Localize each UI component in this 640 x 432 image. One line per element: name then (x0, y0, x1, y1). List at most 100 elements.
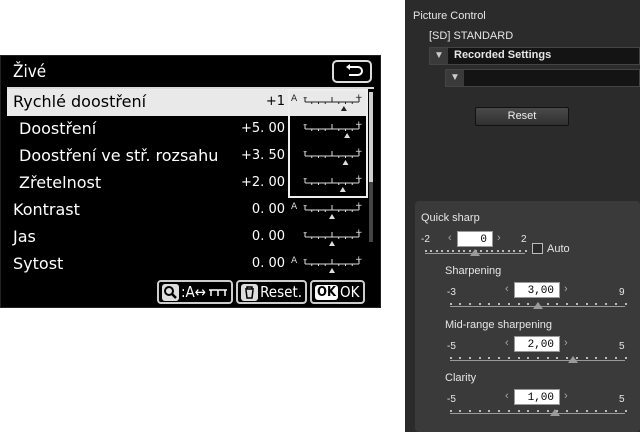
back-arrow-icon (346, 64, 363, 76)
row-label: Zřetelnost (19, 173, 102, 192)
minus-icon: – (303, 93, 308, 103)
ok-hint-button[interactable]: OK OK (310, 280, 365, 304)
plus-icon: + (355, 255, 363, 265)
zoom-icon (162, 283, 179, 301)
quick-sharp-max: 2 (521, 234, 527, 245)
plus-icon: + (355, 93, 363, 103)
quick-sharp-input[interactable]: 0 (457, 231, 493, 247)
reset-hint-button[interactable]: Reset. (236, 280, 308, 304)
slider-tick (449, 357, 452, 359)
settings-list: Rychlé doostření +1 A – + Doostření +5. 00… (7, 89, 367, 278)
clarity-track[interactable] (449, 406, 627, 416)
slider-tick (459, 410, 462, 412)
scrollbar[interactable] (369, 92, 373, 242)
slider-tick (585, 303, 588, 305)
slider-tick (498, 410, 501, 412)
sub-setting-dropdown[interactable]: ▼ (445, 69, 640, 87)
row-saturation[interactable]: Sytost 0. 00 A – + (7, 251, 367, 278)
row-midrange-sharpening[interactable]: Doostření ve stř. rozsahu +3. 50 – + (7, 143, 367, 170)
slider-tick (614, 410, 617, 412)
scale-pointer (329, 268, 335, 273)
ok-hint-label: OK (340, 283, 360, 301)
row-value: 0. 00 (251, 256, 285, 271)
chevron-down-icon: ▼ (446, 70, 464, 86)
quick-sharp-track[interactable] (424, 246, 527, 256)
slider-tick (507, 250, 510, 252)
slider-tick (478, 303, 481, 305)
quick-sharp-min: -2 (421, 234, 430, 245)
slider-tick (575, 410, 578, 412)
slider-tick (556, 303, 559, 305)
scale-pointer (344, 133, 351, 138)
scrollbar-thumb[interactable] (369, 92, 373, 182)
slider-tick (527, 303, 530, 305)
reset-button[interactable]: Reset (475, 107, 569, 126)
recorded-settings-dropdown[interactable]: ▼ Recorded Settings (429, 47, 640, 65)
slider-tick (478, 410, 481, 412)
increment-icon[interactable]: › (497, 232, 501, 244)
slider-thumb[interactable] (532, 302, 543, 309)
adjust-scale: – + (303, 120, 363, 138)
slider-thumb[interactable] (567, 356, 578, 363)
slider-tick (566, 410, 569, 412)
adjust-scale: – + (303, 147, 363, 165)
row-value: 0. 00 (251, 229, 285, 244)
back-button[interactable] (332, 60, 372, 83)
decrement-icon[interactable]: ‹ (505, 390, 509, 402)
scale-pointer (342, 160, 349, 165)
minus-icon: – (303, 174, 308, 184)
slider-tick (449, 410, 452, 412)
minus-icon: – (303, 255, 308, 265)
slider-tick (441, 250, 444, 252)
slider-tick (430, 250, 433, 252)
decrement-icon[interactable]: ‹ (448, 232, 452, 244)
row-label: Jas (13, 227, 36, 246)
auto-checkbox[interactable] (532, 243, 543, 254)
increment-icon[interactable]: › (564, 283, 568, 295)
row-clarity[interactable]: Zřetelnost +2. 00 – + (7, 170, 367, 197)
slider-tick (457, 250, 460, 252)
decrement-icon[interactable]: ‹ (505, 283, 509, 295)
slider-tick (517, 303, 520, 305)
slider-thumb[interactable] (550, 409, 560, 416)
row-label: Rychlé doostření (13, 92, 147, 111)
clarity-label: Clarity (445, 372, 477, 384)
clarity-min: -5 (447, 394, 456, 405)
clarity-input[interactable]: 1,00 (514, 389, 560, 405)
slider-tick (488, 303, 491, 305)
zoom-hint-button[interactable]: :A↔ (157, 280, 234, 304)
increment-icon[interactable]: › (564, 390, 568, 402)
clarity-max: 5 (619, 394, 625, 405)
slider-tick (524, 250, 527, 252)
slider-tick (507, 410, 510, 412)
mid-range-min: -5 (447, 341, 456, 352)
row-brightness[interactable]: Jas 0. 00 – + (7, 224, 367, 251)
slider-tick (537, 357, 539, 359)
decrement-icon[interactable]: ‹ (505, 337, 509, 349)
ok-icon: OK (315, 284, 339, 300)
current-picture-control: [SD] STANDARD (429, 30, 514, 42)
row-label: Doostření (19, 119, 97, 138)
row-sharpening[interactable]: Doostření +5. 00 – + (7, 116, 367, 143)
slider-tick (546, 303, 549, 305)
row-quick-sharp[interactable]: Rychlé doostření +1 A – + (7, 89, 367, 116)
mid-range-track[interactable] (449, 353, 627, 363)
adjustment-panel: Quick sharp -2 ‹ 0 › 2 Auto Sharpening -… (415, 201, 640, 432)
sharpening-track[interactable] (449, 299, 627, 309)
zoom-hint-label: :A↔ (181, 283, 207, 301)
mid-range-input[interactable]: 2,00 (514, 336, 560, 352)
slider-tick (527, 410, 530, 412)
slider-thumb[interactable] (470, 249, 480, 256)
plus-icon: + (355, 201, 363, 211)
adjust-scale: A – + (291, 93, 363, 111)
row-value: 0. 00 (251, 202, 285, 217)
row-contrast[interactable]: Kontrast 0. 00 A – + (7, 197, 367, 224)
plus-icon: + (355, 228, 363, 238)
sharpening-input[interactable]: 3,00 (514, 282, 560, 298)
increment-icon[interactable]: › (564, 337, 568, 349)
slider-tick (624, 357, 627, 359)
slider-tick (502, 250, 505, 252)
reset-hint-label: Reset. (260, 283, 303, 301)
sharpening-label: Sharpening (445, 265, 502, 277)
slider-tick (424, 250, 427, 252)
